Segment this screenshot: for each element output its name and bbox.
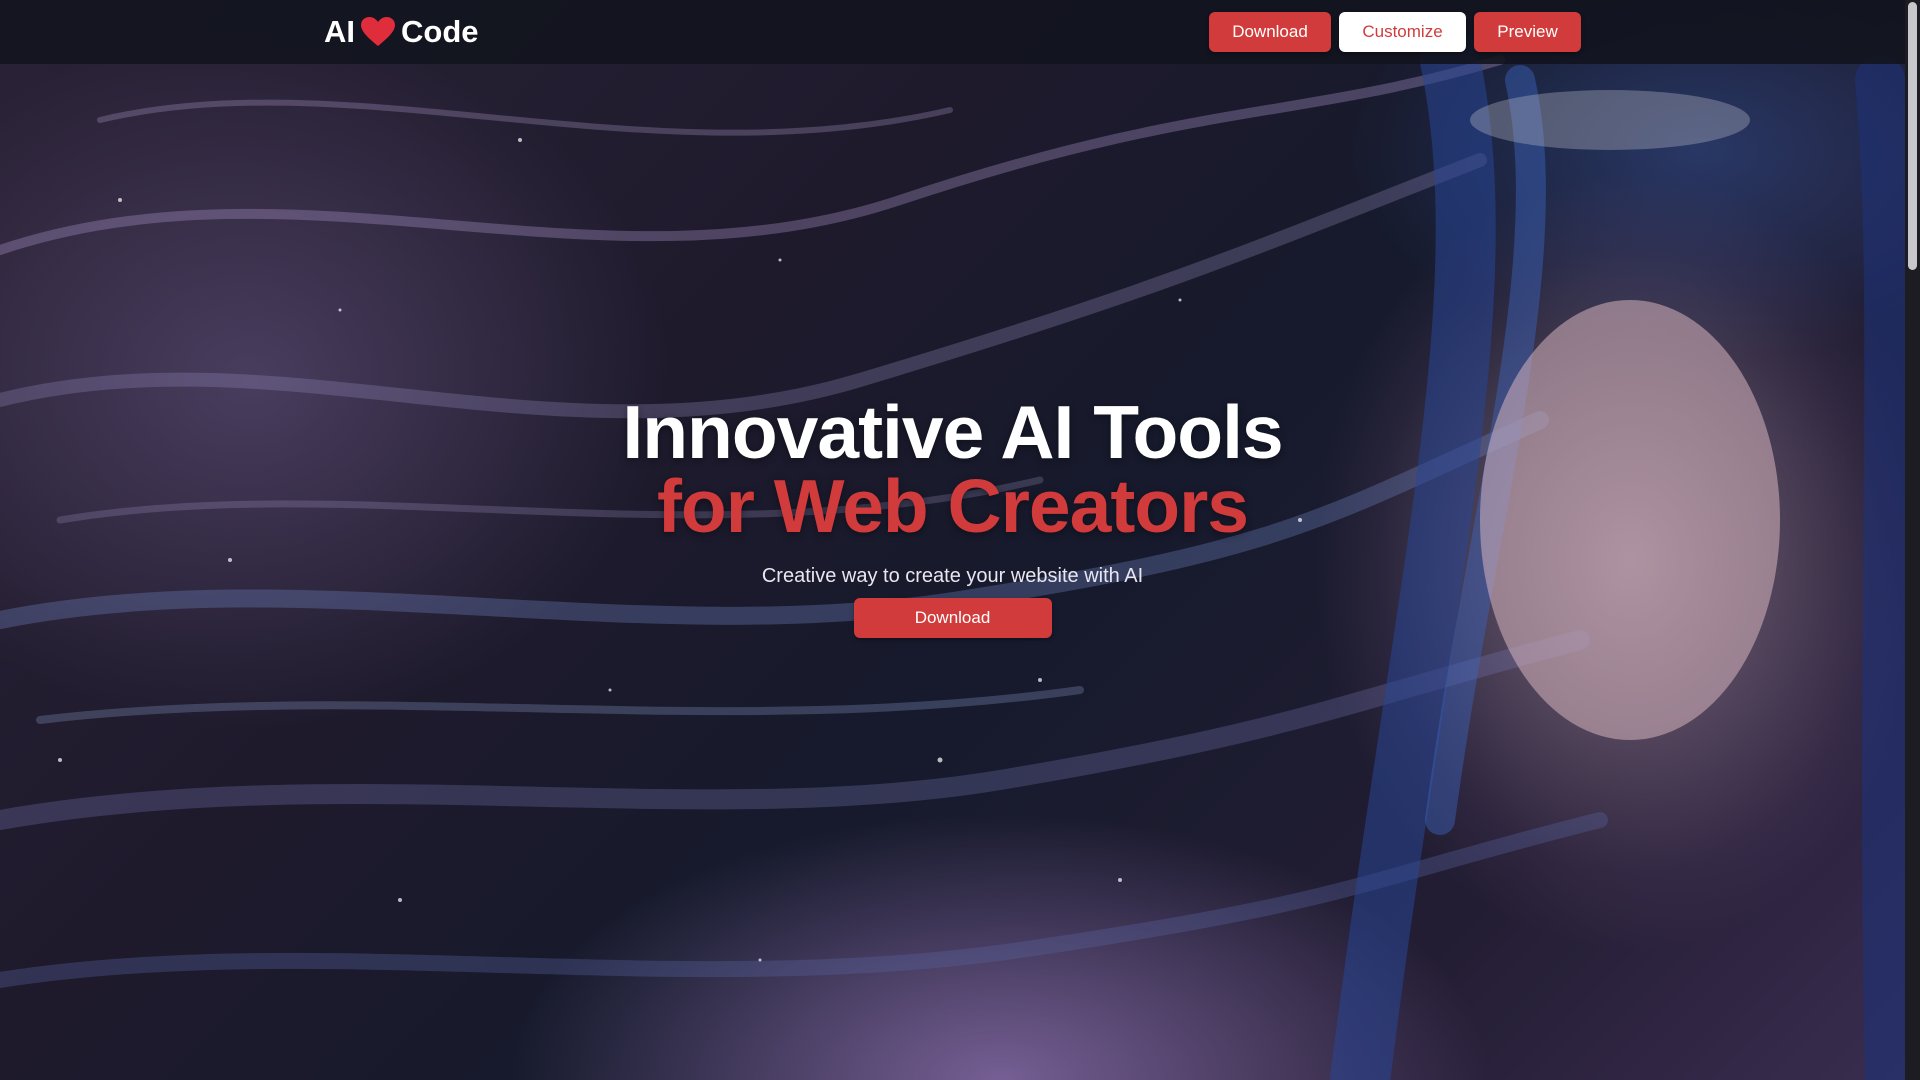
hero-title-line1: Innovative AI Tools (622, 390, 1283, 474)
hero-section: Innovative AI Tools for Web Creators Cre… (0, 395, 1905, 638)
preview-button[interactable]: Preview (1474, 12, 1581, 52)
header-actions: Download Customize Preview (1209, 12, 1581, 52)
heart-icon (361, 17, 395, 47)
hero-title-line2: for Web Creators (656, 464, 1249, 548)
hero-title: Innovative AI Tools for Web Creators (0, 390, 1905, 548)
customize-button[interactable]: Customize (1339, 12, 1466, 52)
brand-text-code: Code (401, 14, 479, 49)
download-button[interactable]: Download (1209, 12, 1331, 52)
top-navbar: AI Code Download Customize Preview (0, 0, 1905, 64)
brand-logo[interactable]: AI Code (324, 14, 479, 50)
brand-text-ai: AI (324, 14, 355, 49)
hero-subtitle: Creative way to create your website with… (761, 565, 1144, 587)
scrollbar-thumb[interactable] (1908, 2, 1917, 270)
page-scrollbar[interactable] (1905, 0, 1920, 1080)
hero-download-button[interactable]: Download (853, 598, 1052, 638)
